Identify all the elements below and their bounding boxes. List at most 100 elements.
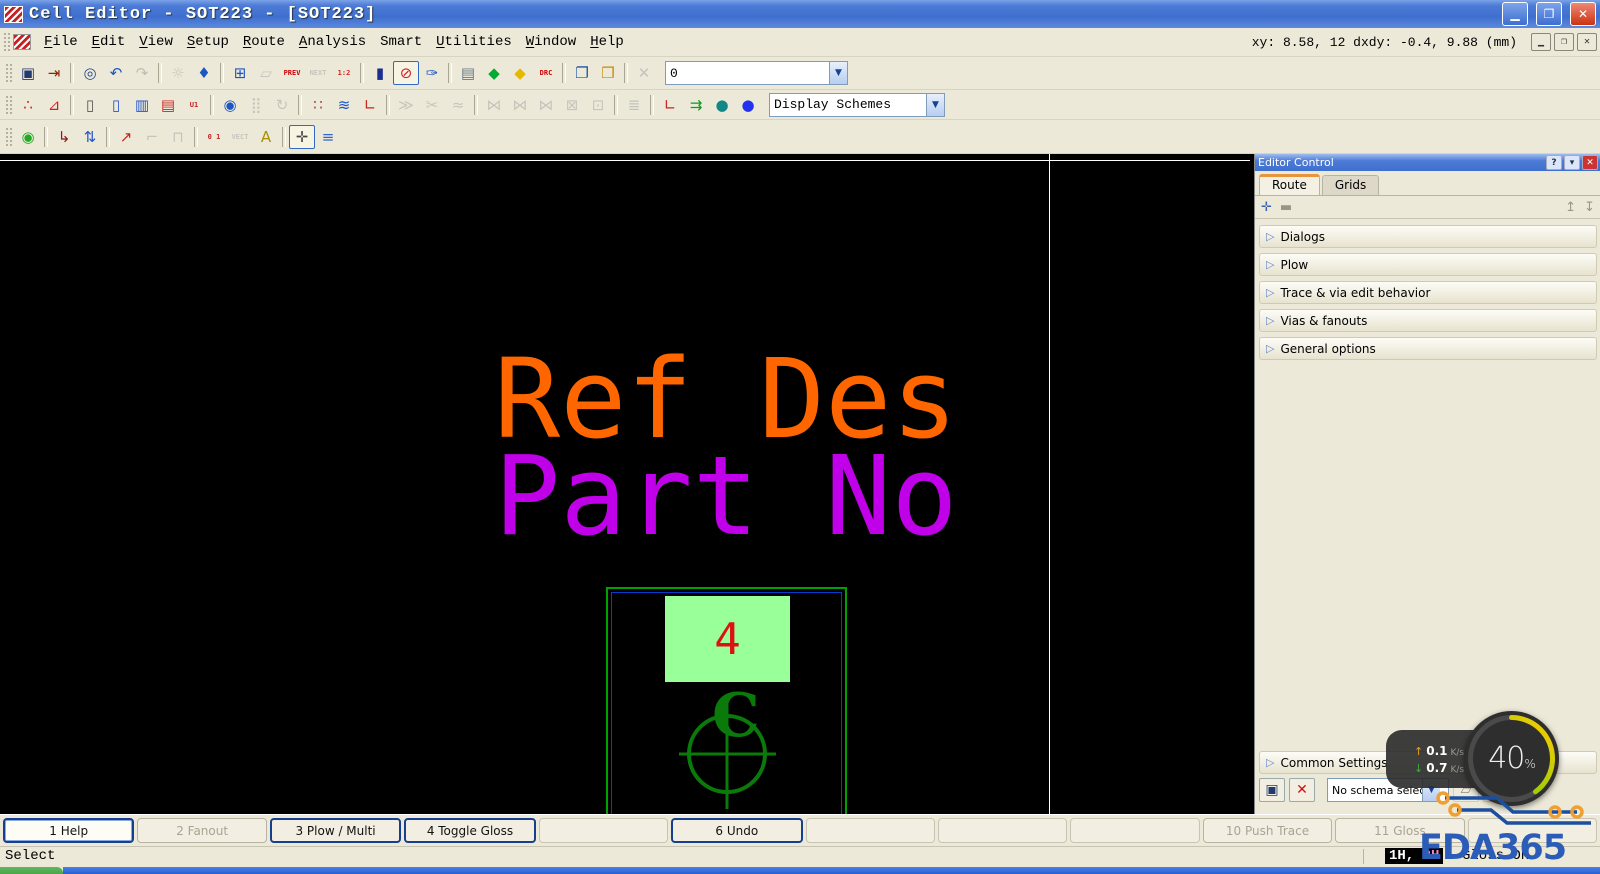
copy-icon[interactable]: ❐ (569, 61, 595, 85)
menu-route[interactable]: Route (236, 31, 292, 53)
scroll-up-icon[interactable]: ↥ (1565, 200, 1576, 215)
tab-route[interactable]: Route (1259, 174, 1320, 195)
part-no-text[interactable]: Part No (494, 441, 958, 551)
find-icon[interactable]: ◎ (77, 61, 103, 85)
panel-collapse-button[interactable]: ▾ (1564, 155, 1580, 170)
pen-plow-icon[interactable]: ✑ (419, 61, 445, 85)
rotate-180-icon: ↻ (275, 95, 289, 114)
toolbar-grip[interactable] (5, 63, 12, 83)
close-cell-icon[interactable]: ⇥ (41, 61, 67, 85)
pad-4[interactable]: 4 (665, 596, 790, 682)
arc-route-icon[interactable]: ≋ (331, 93, 357, 117)
delete-scheme-button[interactable]: ✕ (1289, 778, 1315, 802)
layer-display-list-icon[interactable]: ≡ (315, 125, 341, 149)
menu-setup[interactable]: Setup (180, 31, 236, 53)
panel-title-bar[interactable]: Editor Control ? ▾ ✕ (1255, 154, 1600, 171)
toolbar-separator (282, 126, 286, 147)
unroute-toggle-icon[interactable]: ⊘ (393, 61, 419, 85)
pad-select-icon[interactable]: ∴ (15, 93, 41, 117)
taskbar-strip[interactable] (63, 867, 1600, 874)
menu-window[interactable]: Window (519, 31, 583, 53)
restore-button[interactable]: ❐ (1536, 2, 1562, 26)
undo-icon[interactable]: ↶ (103, 61, 129, 85)
section-dialogs[interactable]: ▷ Dialogs (1259, 225, 1597, 248)
chevron-down-icon[interactable]: ▼ (926, 93, 944, 116)
fit-view-icon[interactable]: ⊞ (227, 61, 253, 85)
pin-icon[interactable]: ✛ (1261, 200, 1272, 215)
panel-close-button[interactable]: ✕ (1582, 155, 1598, 170)
fkey-4-toggle-gloss[interactable]: 4 Toggle Gloss (404, 818, 536, 843)
scroll-down-icon[interactable]: ↧ (1584, 200, 1595, 215)
menu-help[interactable]: Help (583, 31, 631, 53)
mdi-close-button[interactable]: ✕ (1577, 33, 1597, 51)
fkey-2-fanout[interactable]: 2 Fanout (137, 818, 267, 843)
cell-outline-icon[interactable]: ▯ (77, 93, 103, 117)
menu-view[interactable]: View (132, 31, 180, 53)
display-scheme-combo[interactable]: Display Schemes ▼ (769, 92, 945, 117)
toolbar-grip[interactable] (5, 94, 12, 115)
pin-cursor-icon[interactable]: ◉ (217, 93, 243, 117)
chevron-down-icon[interactable]: ▼ (829, 62, 847, 84)
menu-utilities[interactable]: Utilities (429, 31, 519, 53)
section-vias-fanouts[interactable]: ▷ Vias & fanouts (1259, 309, 1597, 332)
toolbar-separator (614, 94, 618, 115)
collapse-all-icon[interactable]: ▬ (1280, 200, 1292, 215)
mdi-minimize-button[interactable]: ▁ (1531, 33, 1551, 51)
section-plow[interactable]: ▷ Plow (1259, 253, 1597, 276)
fkey-6-undo[interactable]: 6 Undo (671, 818, 803, 843)
mdi-restore-button[interactable]: ❐ (1554, 33, 1574, 51)
logo-text: EDA365 (1419, 828, 1567, 868)
trace-corner-icon[interactable]: ∟ (657, 93, 683, 117)
menu-smart[interactable]: Smart (373, 31, 429, 53)
place-select-icon[interactable]: ◉ (15, 125, 41, 149)
prev-icon[interactable]: PREV (279, 61, 305, 85)
save-icon[interactable]: ▣ (15, 61, 41, 85)
plow-ball-icon[interactable]: ● (735, 93, 761, 117)
measure-icon[interactable]: 0 1 (201, 125, 227, 149)
section-general-options[interactable]: ▷ General options (1259, 337, 1597, 360)
stitch-icon[interactable]: ▮ (367, 61, 393, 85)
toolbar-separator (70, 63, 74, 83)
properties-icon[interactable]: ▤ (455, 61, 481, 85)
hug-trace-icon[interactable]: ↳ (51, 125, 77, 149)
cell-placement-icon[interactable]: ▯ (103, 93, 129, 117)
close-button[interactable]: ✕ (1570, 2, 1596, 26)
paste-special-icon[interactable]: ❒ (595, 61, 621, 85)
cell-refdes-icon[interactable]: U1 (181, 93, 207, 117)
warning-icon[interactable]: ◆ (507, 61, 533, 85)
drc-icon[interactable]: DRC (533, 61, 559, 85)
crosshair-toggle-icon[interactable]: ✛ (289, 124, 315, 149)
start-button[interactable] (0, 867, 63, 874)
tab-grids[interactable]: Grids (1321, 175, 1380, 195)
text-icon[interactable]: A (253, 125, 279, 149)
fanout-vias-icon[interactable]: ⇅ (77, 125, 103, 149)
toolbar-separator (298, 94, 302, 115)
design-canvas[interactable]: Ref Des Part No 4 1 2 3 C (0, 154, 1250, 814)
save-scheme-button[interactable]: ▣ (1259, 778, 1285, 802)
gloss-ball-icon[interactable]: ● (709, 93, 735, 117)
layer-pair-icon[interactable]: 1:2 (331, 61, 357, 85)
via-pins-icon[interactable]: ⇉ (683, 93, 709, 117)
online-drc-icon[interactable]: ◆ (481, 61, 507, 85)
toolbar-grip[interactable] (5, 126, 12, 147)
fkey-10-push-trace[interactable]: 10 Push Trace (1202, 818, 1333, 843)
ink-drop-icon[interactable]: ♦ (191, 61, 217, 85)
active-layer-combo[interactable]: 0 ▼ (665, 61, 848, 85)
cell-fill-icon[interactable]: ▥ (129, 93, 155, 117)
minimize-button[interactable]: ▁ (1502, 2, 1528, 26)
mdi-document-icon[interactable] (13, 34, 31, 50)
corner-route-icon[interactable]: ∟ (357, 93, 383, 117)
menu-file[interactable]: File (37, 31, 85, 53)
panel-help-button[interactable]: ? (1546, 155, 1562, 170)
cell-bottom-icon[interactable]: ▤ (155, 93, 181, 117)
fkey-1-help[interactable]: 1 Help (3, 818, 135, 843)
fkey-3-plow-multi[interactable]: 3 Plow / Multi (269, 818, 402, 843)
swap-pins-icon[interactable]: ∷ (305, 93, 331, 117)
menubar-grip[interactable] (3, 32, 10, 52)
jump-net-icon[interactable]: ↗ (113, 125, 139, 149)
menu-edit[interactable]: Edit (85, 31, 133, 53)
pad-4-number: 4 (714, 613, 741, 665)
section-trace-via-edit-behavior[interactable]: ▷ Trace & via edit behavior (1259, 281, 1597, 304)
dimension-icon[interactable]: ⊿ (41, 93, 67, 117)
menu-analysis[interactable]: Analysis (292, 31, 373, 53)
